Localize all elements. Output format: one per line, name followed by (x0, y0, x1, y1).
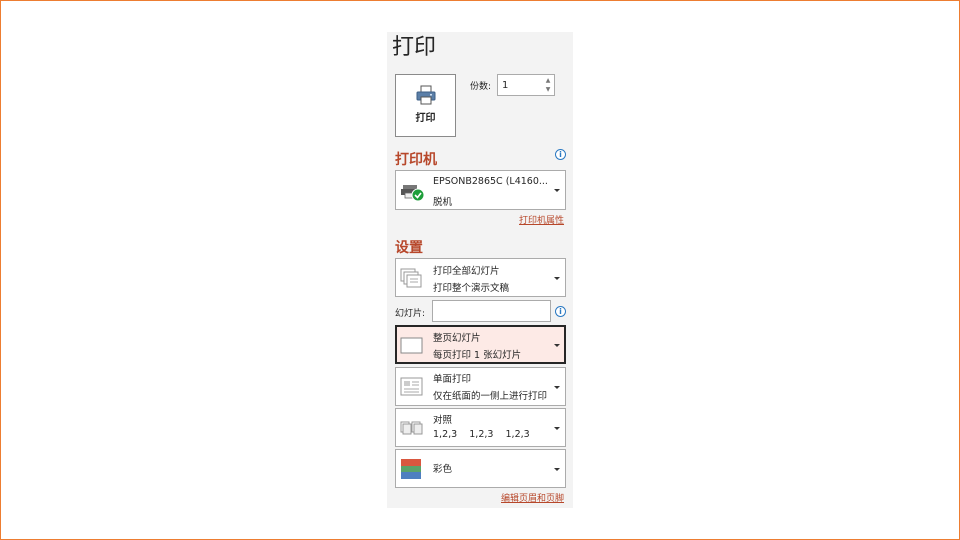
collate-line1: 对照 (433, 415, 453, 426)
sides-line1: 单面打印 (433, 374, 472, 385)
color-dropdown[interactable]: 彩色 (395, 449, 566, 488)
dropdown-arrow-icon (554, 277, 560, 280)
info-icon[interactable]: i (555, 306, 566, 317)
layout-line2: 每页打印 1 张幻灯片 (433, 350, 522, 361)
slides-stack-icon (400, 268, 424, 292)
copies-label: 份数: (470, 82, 492, 92)
color-line1: 彩色 (433, 464, 453, 475)
layout-dropdown[interactable]: 整页幻灯片 每页打印 1 张幻灯片 (395, 325, 566, 364)
layout-line1: 整页幻灯片 (433, 333, 481, 344)
page-title: 打印 (392, 35, 437, 60)
full-page-slide-icon (400, 337, 424, 359)
collate-line2: 1,2,3 1,2,3 1,2,3 (433, 429, 530, 440)
collate-icon (400, 420, 426, 440)
print-button[interactable]: 打印 (395, 74, 456, 137)
printer-icon (415, 84, 437, 110)
printer-properties-link[interactable]: 打印机属性 (519, 213, 564, 226)
print-range-dropdown[interactable]: 打印全部幻灯片 打印整个演示文稿 (395, 258, 566, 297)
dropdown-arrow-icon (554, 189, 560, 192)
color-swatch-icon (400, 458, 422, 484)
chevron-up-icon[interactable]: ▲ (544, 76, 552, 85)
print-range-line2: 打印整个演示文稿 (433, 283, 510, 294)
printer-dropdown[interactable]: EPSONB2865C (L4160... 脱机 (395, 170, 566, 210)
printer-name: EPSONB2865C (L4160... (433, 176, 548, 187)
sides-dropdown[interactable]: 单面打印 仅在纸面的一侧上进行打印 (395, 367, 566, 406)
print-range-line1: 打印全部幻灯片 (433, 266, 500, 277)
single-sided-icon (400, 376, 424, 402)
copies-input[interactable] (502, 78, 540, 92)
dropdown-arrow-icon (554, 427, 560, 430)
printer-status-icon (400, 179, 426, 207)
dropdown-arrow-icon (554, 344, 560, 347)
slides-label: 幻灯片: (395, 309, 426, 319)
collate-dropdown[interactable]: 对照 1,2,3 1,2,3 1,2,3 (395, 408, 566, 447)
sides-line2: 仅在纸面的一侧上进行打印 (433, 391, 548, 402)
print-button-label: 打印 (415, 113, 436, 124)
dropdown-arrow-icon (554, 386, 560, 389)
slides-input[interactable] (432, 300, 551, 322)
settings-heading: 设置 (395, 240, 423, 256)
info-icon[interactable]: i (555, 149, 566, 160)
edit-header-footer-link[interactable]: 编辑页眉和页脚 (501, 491, 564, 504)
copies-stepper[interactable]: ▲ ▼ (497, 74, 555, 96)
dropdown-arrow-icon (554, 468, 560, 471)
printer-heading: 打印机 (395, 152, 437, 168)
printer-status: 脱机 (433, 197, 453, 208)
chevron-down-icon[interactable]: ▼ (544, 85, 552, 94)
